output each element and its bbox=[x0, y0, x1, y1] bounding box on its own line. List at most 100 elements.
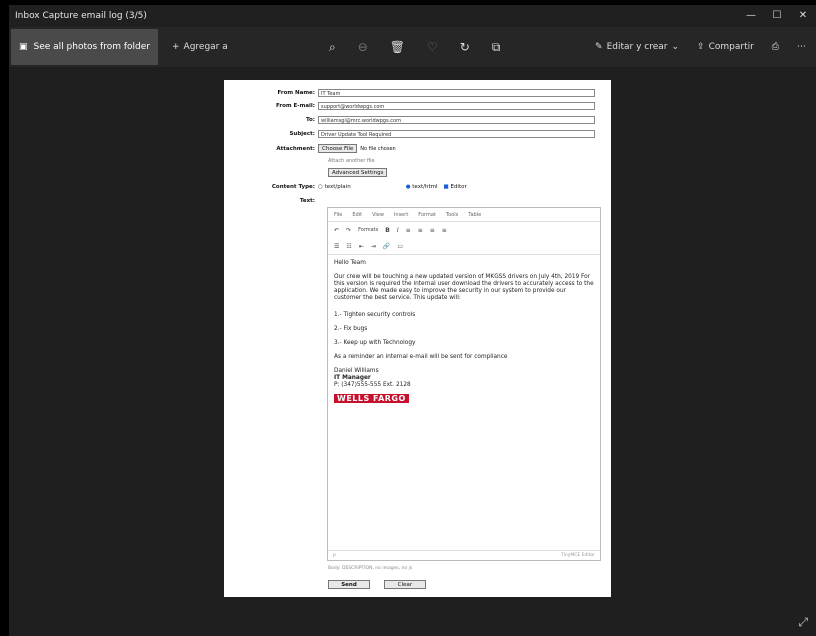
menu-table[interactable]: Table bbox=[468, 212, 481, 218]
radio-plain[interactable]: ○ text/plain bbox=[318, 184, 351, 190]
center-tools: ⌕ ⊖ 🗑 ♡ ↻ ⧉ bbox=[329, 40, 500, 55]
main-paragraph: Our crew will be touching a new updated … bbox=[334, 274, 594, 301]
share-icon: ⇪ bbox=[697, 42, 705, 52]
link-icon[interactable]: 🔗 bbox=[383, 243, 390, 250]
choose-file-button[interactable]: Choose File bbox=[318, 144, 358, 153]
element-path: p bbox=[333, 553, 336, 558]
expand-icon[interactable]: ⤢ bbox=[798, 615, 808, 630]
menu-format[interactable]: Format bbox=[418, 212, 436, 218]
content-type-label: Content Type: bbox=[271, 184, 315, 190]
maximize-button[interactable]: ☐ bbox=[764, 5, 790, 27]
zoom-out-icon[interactable]: ⊖ bbox=[358, 40, 368, 54]
menu-file[interactable]: File bbox=[334, 212, 342, 218]
close-button[interactable]: ✕ bbox=[790, 5, 816, 27]
undo-icon[interactable]: ↶ bbox=[334, 227, 339, 234]
favorite-icon[interactable]: ♡ bbox=[427, 40, 438, 54]
clear-button[interactable]: Clear bbox=[384, 580, 426, 589]
editor-toolbar-2: ☰ ☷ ⇤ ⇥ 🔗 ▭ bbox=[328, 238, 600, 255]
from-email-label: From E-mail: bbox=[276, 103, 315, 109]
editor-statusbar: p TinyMCE Editor bbox=[328, 550, 600, 560]
body-status-note: Body: DESCRIPTION, no images, no js bbox=[328, 566, 413, 571]
signature-phone: P: (347)555-555 Ext. 2128 bbox=[334, 382, 411, 388]
wells-fargo-logo: WELLS FARGO bbox=[334, 394, 409, 403]
formats-dropdown[interactable]: Formats bbox=[358, 227, 378, 233]
window-title: Inbox Capture email log (3/5) bbox=[15, 11, 147, 21]
radio-html[interactable]: ● text/html bbox=[406, 184, 438, 190]
to-field[interactable]: williamsgi@mrc.worldwpgs.com bbox=[318, 116, 595, 124]
send-button[interactable]: Send bbox=[328, 580, 370, 589]
align-justify-icon[interactable]: ≡ bbox=[442, 227, 447, 234]
more-icon[interactable]: ⋯ bbox=[797, 42, 806, 52]
form-buttons: Send Clear bbox=[328, 580, 426, 589]
plus-icon: + bbox=[171, 42, 180, 52]
right-tools: ✎ Editar y crear ⌄ ⇪ Compartir ⎙ ⋯ bbox=[595, 42, 806, 52]
list-item-1: 1.- Tighten security controls bbox=[334, 312, 416, 318]
subject-row: Subject: Driver Update Tool Required bbox=[224, 130, 595, 138]
zoom-icon[interactable]: ⌕ bbox=[329, 40, 336, 55]
edit-create-label: Editar y crear bbox=[606, 42, 668, 52]
editor-brand: TinyMCE Editor bbox=[561, 553, 595, 558]
rotate-icon[interactable]: ↻ bbox=[460, 40, 470, 54]
email-form-screenshot: From Name: IT Team From E-mail: support@… bbox=[224, 80, 611, 597]
align-right-icon[interactable]: ≡ bbox=[430, 227, 435, 234]
checkbox-editor[interactable]: ■ Editor bbox=[444, 184, 467, 190]
photos-icon: ▣ bbox=[19, 42, 28, 52]
to-label: To: bbox=[306, 117, 315, 123]
edit-create-button[interactable]: ✎ Editar y crear ⌄ bbox=[595, 42, 679, 52]
from-name-label: From Name: bbox=[277, 90, 315, 96]
content-type-row: Content Type: ○ text/plain ● text/html ■… bbox=[224, 184, 467, 190]
subject-label: Subject: bbox=[289, 131, 315, 137]
attachment-label: Attachment: bbox=[276, 145, 315, 152]
add-to-label: Agregar a bbox=[183, 42, 228, 52]
signature-title: IT Manager bbox=[334, 375, 371, 381]
advanced-settings-button[interactable]: Advanced Settings bbox=[328, 168, 388, 177]
list-item-3: 3.- Keep up with Technology bbox=[334, 340, 416, 346]
share-label: Compartir bbox=[708, 42, 754, 52]
image-icon[interactable]: ▭ bbox=[397, 243, 403, 250]
from-name-row: From Name: IT Team bbox=[224, 89, 595, 97]
from-name-field[interactable]: IT Team bbox=[318, 89, 595, 97]
align-center-icon[interactable]: ≡ bbox=[418, 227, 423, 234]
align-left-icon[interactable]: ≡ bbox=[406, 227, 411, 234]
menu-edit[interactable]: Edit bbox=[352, 212, 362, 218]
delete-icon[interactable]: 🗑 bbox=[390, 40, 405, 54]
attachment-row: Attachment: Choose File No file chosen bbox=[224, 144, 396, 153]
add-to-button[interactable]: + Agregar a bbox=[172, 42, 228, 52]
menu-tools[interactable]: Tools bbox=[446, 212, 458, 218]
title-bar: Inbox Capture email log (3/5) — ☐ ✕ bbox=[9, 5, 816, 27]
from-email-row: From E-mail: support@worldwpgs.com bbox=[224, 102, 595, 110]
indent-icon[interactable]: ⇥ bbox=[371, 243, 376, 250]
editor-body[interactable]: Hello Team Our crew will be touching a n… bbox=[328, 255, 600, 409]
crop-icon[interactable]: ⧉ bbox=[492, 40, 501, 55]
see-all-photos-label: See all photos from folder bbox=[33, 42, 150, 52]
bullet-list-icon[interactable]: ☰ bbox=[334, 243, 339, 250]
italic-icon[interactable]: I bbox=[397, 227, 399, 234]
editor-toolbar-1: ↶ ↷ Formats B I ≡ ≡ ≡ ≡ bbox=[328, 222, 600, 238]
minimize-button[interactable]: — bbox=[738, 5, 764, 27]
bold-icon[interactable]: B bbox=[385, 227, 390, 234]
attach-another-note[interactable]: Attach another file bbox=[328, 158, 375, 164]
outdent-icon[interactable]: ⇤ bbox=[359, 243, 364, 250]
text-row: Text: bbox=[224, 198, 318, 204]
numbered-list-icon[interactable]: ☷ bbox=[346, 243, 351, 250]
subject-field[interactable]: Driver Update Tool Required bbox=[318, 130, 595, 138]
text-label: Text: bbox=[299, 198, 315, 204]
menu-view[interactable]: View bbox=[372, 212, 384, 218]
reminder-text: As a reminder an internal e-mail will be… bbox=[334, 354, 508, 360]
menu-insert[interactable]: Insert bbox=[394, 212, 408, 218]
list-item-2: 2.- Fix bugs bbox=[334, 326, 368, 332]
redo-icon[interactable]: ↷ bbox=[346, 227, 351, 234]
greeting-text: Hello Team bbox=[334, 260, 366, 266]
from-email-field[interactable]: support@worldwpgs.com bbox=[318, 102, 595, 110]
chevron-down-icon: ⌄ bbox=[671, 42, 680, 52]
editor-menubar: File Edit View Insert Format Tools Table bbox=[328, 208, 600, 222]
advanced-settings-row: Advanced Settings bbox=[328, 168, 388, 177]
signature-name: Daniel Williams bbox=[334, 368, 379, 374]
share-button[interactable]: ⇪ Compartir bbox=[697, 42, 754, 52]
see-all-photos-button[interactable]: ▣ See all photos from folder bbox=[11, 29, 158, 65]
no-file-label: No file chosen bbox=[360, 145, 396, 152]
to-row: To: williamsgi@mrc.worldwpgs.com bbox=[224, 116, 595, 124]
print-icon[interactable]: ⎙ bbox=[772, 42, 779, 52]
viewer-toolbar: ▣ See all photos from folder + Agregar a… bbox=[9, 27, 816, 67]
edit-icon: ✎ bbox=[595, 42, 603, 52]
